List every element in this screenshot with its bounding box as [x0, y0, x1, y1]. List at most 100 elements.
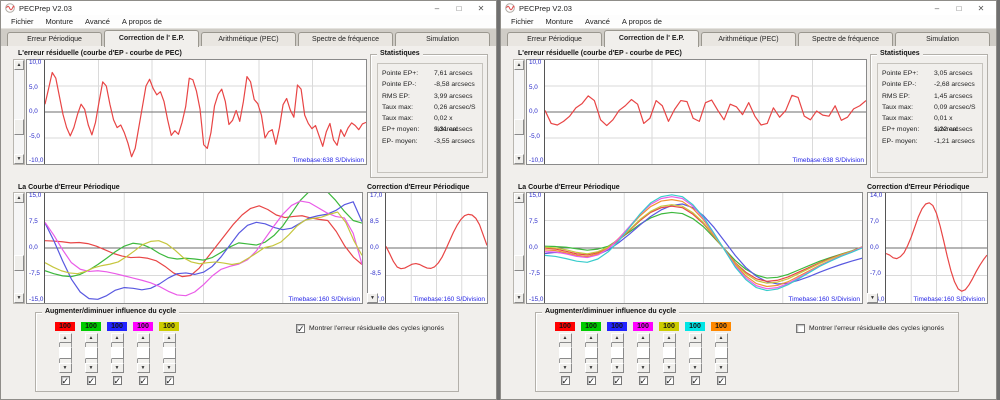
cycle-enabled-checkbox[interactable]: ✓: [86, 376, 96, 386]
cycle-increase-button[interactable]: ▲: [662, 333, 676, 343]
cycle-decrease-button[interactable]: ▼: [714, 363, 728, 373]
scroll-track[interactable]: [14, 203, 24, 293]
cycle-enabled-checkbox[interactable]: ✓: [138, 376, 148, 386]
cycle-decrease-button[interactable]: ▼: [136, 363, 150, 373]
cycle-slider-thumb[interactable]: [688, 347, 702, 359]
scroll-track[interactable]: [514, 70, 524, 154]
cycle-slider-thumb[interactable]: [584, 347, 598, 359]
cycle-slider-track[interactable]: [688, 343, 702, 363]
cycle-enabled-checkbox[interactable]: ✓: [164, 376, 174, 386]
tab-simulation[interactable]: Simulation: [895, 32, 990, 47]
tab-simulation[interactable]: Simulation: [395, 32, 490, 47]
menu-item-a-propos-de[interactable]: A propos de: [116, 17, 168, 26]
scroll-down-button[interactable]: ▼: [514, 154, 524, 164]
menu-item-fichier[interactable]: Fichier: [505, 17, 540, 26]
cycle-slider-thumb[interactable]: [558, 347, 572, 359]
cycle-increase-button[interactable]: ▲: [688, 333, 702, 343]
show-ignored-checkbox[interactable]: [796, 324, 805, 333]
cycle-enabled-checkbox[interactable]: ✓: [586, 376, 596, 386]
scroll-thumb[interactable]: [14, 255, 24, 272]
cycle-slider-thumb[interactable]: [58, 347, 72, 359]
cycle-slider-thumb[interactable]: [84, 347, 98, 359]
cycle-slider-track[interactable]: [136, 343, 150, 363]
close-button[interactable]: ✕: [470, 2, 492, 15]
cycle-decrease-button[interactable]: ▼: [662, 363, 676, 373]
cycle-increase-button[interactable]: ▲: [714, 333, 728, 343]
menu-item-avance[interactable]: Avancé: [79, 17, 116, 26]
cycle-increase-button[interactable]: ▲: [136, 333, 150, 343]
cycle-decrease-button[interactable]: ▼: [162, 363, 176, 373]
maximize-button[interactable]: □: [448, 2, 470, 15]
cycle-slider-track[interactable]: [558, 343, 572, 363]
cycle-decrease-button[interactable]: ▼: [558, 363, 572, 373]
scroll-track[interactable]: [514, 203, 524, 293]
menu-item-monture[interactable]: Monture: [40, 17, 80, 26]
cycle-slider-track[interactable]: [610, 343, 624, 363]
cycle-enabled-checkbox[interactable]: ✓: [716, 376, 726, 386]
cycle-increase-button[interactable]: ▲: [636, 333, 650, 343]
cycle-increase-button[interactable]: ▲: [584, 333, 598, 343]
cycle-decrease-button[interactable]: ▼: [110, 363, 124, 373]
cycle-decrease-button[interactable]: ▼: [58, 363, 72, 373]
cycle-increase-button[interactable]: ▲: [110, 333, 124, 343]
scroll-down-button[interactable]: ▼: [14, 154, 24, 164]
cycle-enabled-checkbox[interactable]: ✓: [112, 376, 122, 386]
cycle-slider-track[interactable]: [84, 343, 98, 363]
cycle-slider-track[interactable]: [636, 343, 650, 363]
scroll-up-button[interactable]: ▲: [14, 193, 24, 203]
cycle-decrease-button[interactable]: ▼: [84, 363, 98, 373]
scroll-up-button[interactable]: ▲: [514, 60, 524, 70]
cycle-slider-thumb[interactable]: [714, 347, 728, 359]
close-button[interactable]: ✕: [970, 2, 992, 15]
tab-correction-de-l-e-p-[interactable]: Correction de l' E.P.: [604, 30, 699, 47]
tab-spectre-de-frequence[interactable]: Spectre de fréquence: [798, 32, 893, 47]
cycle-increase-button[interactable]: ▲: [58, 333, 72, 343]
scroll-down-button[interactable]: ▼: [14, 293, 24, 303]
scroll-thumb[interactable]: [14, 118, 24, 135]
cycle-enabled-checkbox[interactable]: ✓: [664, 376, 674, 386]
cycle-slider-track[interactable]: [584, 343, 598, 363]
tab-arithmetique-pec-[interactable]: Arithmétique (PEC): [201, 32, 296, 47]
menu-item-fichier[interactable]: Fichier: [5, 17, 40, 26]
scroll-thumb[interactable]: [514, 118, 524, 135]
cycle-increase-button[interactable]: ▲: [84, 333, 98, 343]
cycle-slider-track[interactable]: [662, 343, 676, 363]
scroll-track[interactable]: [14, 70, 24, 154]
cycle-enabled-checkbox[interactable]: ✓: [690, 376, 700, 386]
cycle-slider-thumb[interactable]: [110, 347, 124, 359]
menu-item-a-propos-de[interactable]: A propos de: [616, 17, 668, 26]
cycle-slider-track[interactable]: [714, 343, 728, 363]
scroll-up-button[interactable]: ▲: [514, 193, 524, 203]
cycle-slider-track[interactable]: [162, 343, 176, 363]
tab-arithmetique-pec-[interactable]: Arithmétique (PEC): [701, 32, 796, 47]
cycle-increase-button[interactable]: ▲: [610, 333, 624, 343]
cycle-slider-track[interactable]: [110, 343, 124, 363]
tab-correction-de-l-e-p-[interactable]: Correction de l' E.P.: [104, 30, 199, 47]
cycle-enabled-checkbox[interactable]: ✓: [638, 376, 648, 386]
cycle-decrease-button[interactable]: ▼: [636, 363, 650, 373]
cycle-slider-thumb[interactable]: [610, 347, 624, 359]
menu-item-avance[interactable]: Avancé: [579, 17, 616, 26]
correction-scroll-down-button[interactable]: ▼: [367, 293, 378, 303]
correction-scroll-down-button[interactable]: ▼: [867, 293, 878, 303]
maximize-button[interactable]: □: [948, 2, 970, 15]
scroll-up-button[interactable]: ▲: [14, 60, 24, 70]
menu-item-monture[interactable]: Monture: [540, 17, 580, 26]
show-ignored-checkbox[interactable]: ✓: [296, 324, 305, 334]
cycle-enabled-checkbox[interactable]: ✓: [60, 376, 70, 386]
cycle-increase-button[interactable]: ▲: [162, 333, 176, 343]
cycle-slider-thumb[interactable]: [136, 347, 150, 359]
tab-spectre-de-frequence[interactable]: Spectre de fréquence: [298, 32, 393, 47]
tab-erreur-periodique[interactable]: Erreur Périodique: [7, 32, 102, 47]
cycle-slider-thumb[interactable]: [636, 347, 650, 359]
cycle-decrease-button[interactable]: ▼: [584, 363, 598, 373]
cycle-enabled-checkbox[interactable]: ✓: [560, 376, 570, 386]
tab-erreur-periodique[interactable]: Erreur Périodique: [507, 32, 602, 47]
cycle-slider-thumb[interactable]: [662, 347, 676, 359]
cycle-enabled-checkbox[interactable]: ✓: [612, 376, 622, 386]
cycle-slider-thumb[interactable]: [162, 347, 176, 359]
cycle-decrease-button[interactable]: ▼: [610, 363, 624, 373]
minimize-button[interactable]: –: [926, 2, 948, 15]
scroll-down-button[interactable]: ▼: [514, 293, 524, 303]
minimize-button[interactable]: –: [426, 2, 448, 15]
